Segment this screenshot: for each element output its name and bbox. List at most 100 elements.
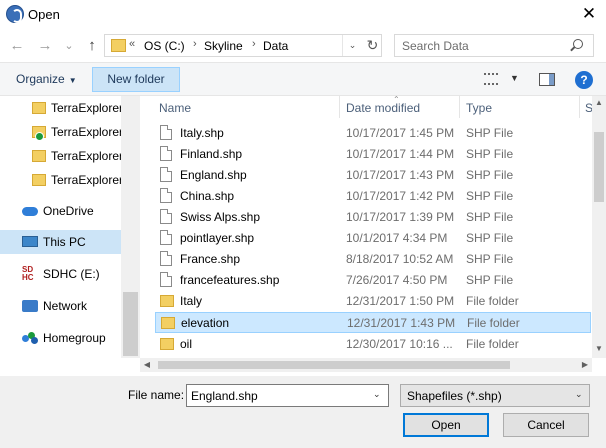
breadcrumb-separator[interactable]: › — [193, 38, 197, 50]
file-icon — [160, 167, 172, 182]
chevron-down-icon[interactable]: ⌄ — [575, 389, 583, 400]
file-type: SHP File — [466, 126, 514, 140]
file-type: File folder — [467, 316, 520, 330]
file-name: China.shp — [180, 189, 235, 203]
sidebar-item-terraexplorer-4[interactable]: TerraExplorer — [0, 168, 124, 192]
help-icon[interactable]: ? — [575, 71, 593, 89]
file-icon — [160, 230, 172, 245]
up-button[interactable]: ↑ — [83, 38, 101, 54]
scroll-right-arrow-icon[interactable]: ▶ — [578, 358, 592, 372]
view-options-icon[interactable] — [484, 73, 498, 85]
breadcrumb-data[interactable]: Data — [263, 39, 288, 53]
scrollbar-thumb[interactable] — [594, 132, 604, 202]
file-list: Name ⌃ Date modified Type S Italy.shp 10… — [140, 96, 606, 376]
file-row[interactable]: Finland.shp 10/17/2017 1:44 PM SHP File — [155, 144, 591, 165]
folder-icon — [32, 150, 46, 162]
chevron-down-icon[interactable]: ⌄ — [373, 389, 381, 400]
open-button[interactable]: Open — [403, 413, 489, 437]
column-header-name[interactable]: Name — [159, 101, 191, 115]
folder-icon — [160, 338, 174, 350]
sidebar-item-label: TerraExplorer — [51, 101, 124, 115]
sidebar-item-label: Homegroup — [43, 331, 106, 345]
file-row[interactable]: Italy.shp 10/17/2017 1:45 PM SHP File — [155, 123, 591, 144]
sidebar-item-network[interactable]: Network — [0, 294, 121, 318]
file-date: 7/26/2017 4:50 PM — [346, 273, 448, 287]
file-date: 10/17/2017 1:43 PM — [346, 168, 455, 182]
folder-row[interactable]: Italy 12/31/2017 1:50 PM File folder — [155, 291, 591, 312]
search-placeholder[interactable]: Search Data — [402, 39, 469, 53]
breadcrumb-separator[interactable]: › — [252, 38, 256, 50]
sidebar-item-label: OneDrive — [43, 204, 94, 218]
file-date: 10/1/2017 4:34 PM — [346, 231, 448, 245]
folder-row[interactable]: oil 12/30/2017 10:16 ... File folder — [155, 334, 591, 355]
sidebar-item-terraexplorer-1[interactable]: TerraExplorer — [0, 96, 124, 120]
recent-locations-button[interactable]: ⌄ — [60, 38, 78, 54]
column-header-type[interactable]: Type — [466, 101, 492, 115]
file-type: SHP File — [466, 168, 514, 182]
folder-icon — [32, 174, 46, 186]
view-dropdown-icon[interactable]: ▼ — [510, 73, 519, 83]
refresh-button[interactable]: ↻ — [363, 35, 382, 56]
search-icon[interactable] — [573, 39, 583, 49]
forward-button[interactable]: → — [36, 38, 54, 54]
address-dropdown-button[interactable]: ⌄ — [342, 35, 362, 56]
breadcrumb-skyline[interactable]: Skyline — [204, 39, 243, 53]
sidebar-item-this-pc[interactable]: This PC — [0, 230, 121, 254]
sidebar-item-label: This PC — [43, 235, 86, 249]
file-name: Italy — [180, 294, 203, 308]
cloud-icon — [22, 207, 38, 216]
file-name-input[interactable] — [186, 384, 389, 407]
vertical-scrollbar[interactable]: ▲ ▼ — [592, 96, 606, 358]
file-name: Swiss Alps.shp — [180, 210, 261, 224]
scroll-up-arrow-icon[interactable]: ▲ — [592, 98, 606, 107]
column-header-date-modified[interactable]: Date modified — [346, 101, 420, 115]
scroll-down-arrow-icon[interactable]: ▼ — [592, 344, 606, 353]
sidebar-item-sdhc[interactable]: SD HC SDHC (E:) — [0, 262, 121, 286]
folder-icon — [160, 295, 174, 307]
command-bar: Organize ▼ New folder ▼ ? — [0, 62, 606, 96]
sidebar-item-label: TerraExplorer — [51, 173, 124, 187]
sidebar-item-terraexplorer-2[interactable]: TerraExplorer — [0, 120, 123, 144]
file-name: francefeatures.shp — [180, 273, 280, 287]
address-bar[interactable]: « OS (C:) › Skyline › Data ⌄ ↻ — [104, 34, 382, 57]
organize-button[interactable]: Organize ▼ — [16, 72, 77, 86]
file-row[interactable]: pointlayer.shp 10/1/2017 4:34 PM SHP Fil… — [155, 228, 591, 249]
sidebar-item-terraexplorer-3[interactable]: TerraExplorer — [0, 144, 123, 168]
navigation-scrollbar[interactable] — [121, 96, 140, 358]
file-type: SHP File — [466, 231, 514, 245]
column-headers: Name ⌃ Date modified Type S — [140, 96, 593, 118]
cancel-button[interactable]: Cancel — [503, 413, 589, 437]
file-icon — [160, 146, 172, 161]
search-box[interactable]: Search Data — [394, 34, 594, 57]
close-button[interactable]: ✕ — [577, 3, 601, 25]
network-icon — [22, 300, 38, 312]
column-divider[interactable] — [459, 96, 460, 118]
file-row[interactable]: France.shp 8/18/2017 10:52 AM SHP File — [155, 249, 591, 270]
file-date: 12/31/2017 1:50 PM — [346, 294, 455, 308]
back-button[interactable]: ← — [8, 38, 26, 54]
sidebar-item-homegroup[interactable]: Homegroup — [0, 326, 121, 350]
file-row[interactable]: England.shp 10/17/2017 1:43 PM SHP File — [155, 165, 591, 186]
scroll-left-arrow-icon[interactable]: ◀ — [140, 358, 154, 372]
file-row[interactable]: Swiss Alps.shp 10/17/2017 1:39 PM SHP Fi… — [155, 207, 591, 228]
file-name: France.shp — [180, 252, 241, 266]
scrollbar-thumb[interactable] — [123, 292, 138, 356]
file-type-filter[interactable]: Shapefiles (*.shp) — [400, 384, 590, 407]
sidebar-item-onedrive[interactable]: OneDrive — [0, 199, 121, 223]
file-row[interactable]: China.shp 10/17/2017 1:42 PM SHP File — [155, 186, 591, 207]
file-row[interactable]: francefeatures.shp 7/26/2017 4:50 PM SHP… — [155, 270, 591, 291]
horizontal-scrollbar[interactable]: ◀ ▶ — [140, 358, 592, 372]
new-folder-button[interactable]: New folder — [92, 67, 180, 92]
scrollbar-thumb[interactable] — [158, 361, 510, 369]
file-name: Finland.shp — [180, 147, 243, 161]
file-date: 10/17/2017 1:42 PM — [346, 189, 455, 203]
overflow-chevron-icon[interactable]: « — [129, 38, 135, 50]
breadcrumb-os-c[interactable]: OS (C:) — [144, 39, 185, 53]
folder-icon — [32, 102, 46, 114]
column-divider[interactable] — [579, 96, 580, 118]
folder-row-selected[interactable]: elevation 12/31/2017 1:43 PM File folder — [155, 312, 591, 333]
title-bar: Open ✕ — [0, 0, 606, 30]
column-divider[interactable] — [339, 96, 340, 118]
computer-icon — [22, 236, 38, 247]
preview-pane-icon[interactable] — [539, 73, 555, 86]
